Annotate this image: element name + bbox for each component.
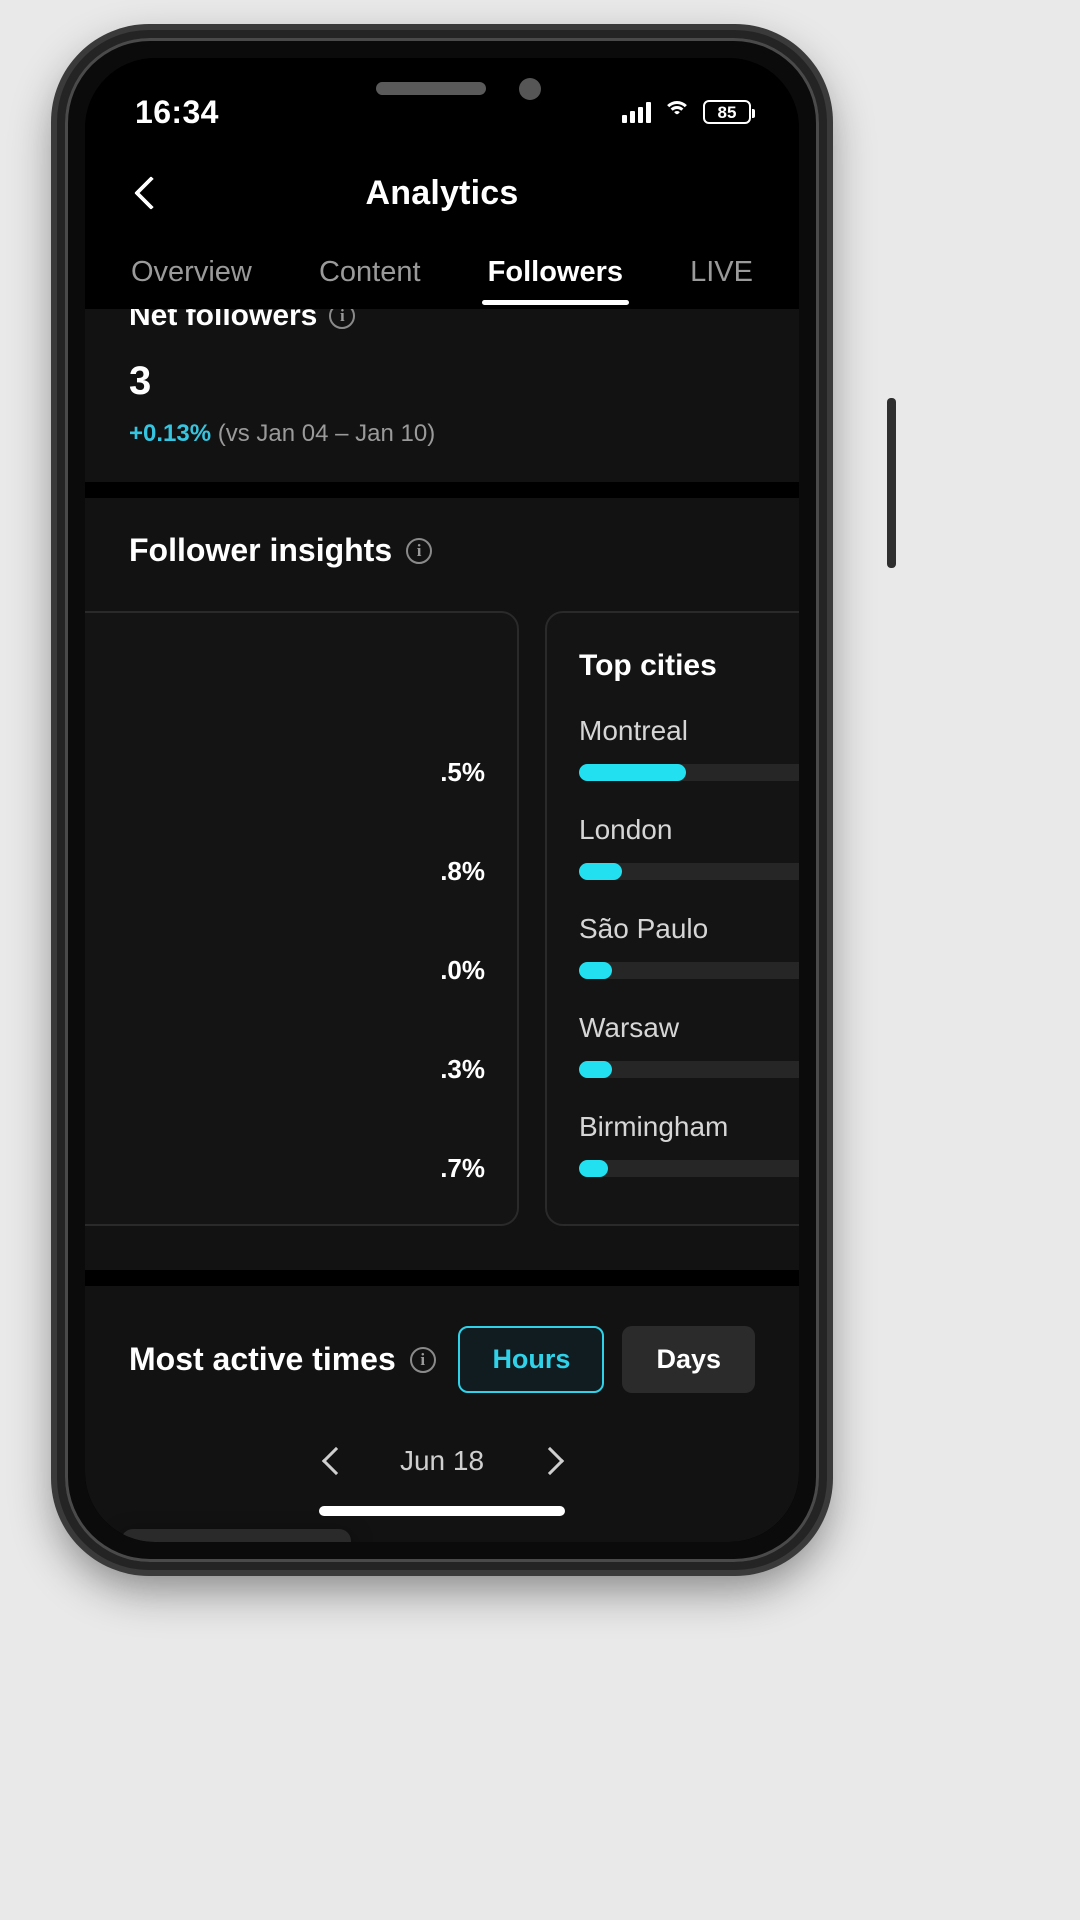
hours-toggle-button[interactable]: Hours <box>458 1326 605 1393</box>
home-indicator[interactable] <box>319 1506 565 1516</box>
table-row: Birmingham 7.7% <box>579 1111 799 1184</box>
city-name: São Paulo <box>579 913 709 944</box>
city-name: London <box>579 814 673 845</box>
follower-insights-section: Follower insights i .5% .8% .0% .3% .7% … <box>85 498 799 1270</box>
row-percent: .3% <box>440 1054 485 1084</box>
section-divider <box>85 482 799 498</box>
city-name: Warsaw <box>579 1012 680 1043</box>
row-bar: .5% <box>85 757 485 788</box>
bar-fill <box>579 764 686 781</box>
navigation-bar: Analytics <box>85 150 799 236</box>
bar-track <box>579 863 799 880</box>
net-followers-value: 3 <box>129 359 152 403</box>
phone-screen: 16:34 85 Analytics Overview Content Foll… <box>85 58 799 1542</box>
most-active-times-header: Most active times i Hours Days <box>129 1326 755 1393</box>
chart-tooltip: 2am 2,656 followers <box>121 1529 351 1542</box>
net-followers-delta-period: (vs Jan 04 – Jan 10) <box>217 420 436 447</box>
tab-live[interactable]: LIVE <box>684 250 759 309</box>
row-bar: .7% <box>85 1153 485 1184</box>
row-bar: .3% <box>85 1054 485 1085</box>
battery-icon: 85 <box>703 100 755 124</box>
bar-fill <box>579 962 612 979</box>
top-cities-title: Top cities <box>579 649 717 682</box>
power-button[interactable] <box>887 398 896 568</box>
row-bar: 8.8% <box>579 1054 799 1085</box>
time-granularity-toggle: Hours Days <box>458 1326 755 1393</box>
info-icon[interactable]: i <box>409 1346 436 1373</box>
scroll-body[interactable]: Net followers i 3 +0.13% (vs Jan 04 – Ja… <box>85 299 799 1542</box>
net-followers-section: Net followers i 3 +0.13% (vs Jan 04 – Ja… <box>85 299 799 482</box>
screenshot-stage: 16:34 85 Analytics Overview Content Foll… <box>0 0 1080 1920</box>
row-bar: .8% <box>85 856 485 887</box>
status-bar-indicators: 85 <box>622 100 755 124</box>
row-bar: 11.5% <box>579 856 799 887</box>
tab-followers[interactable]: Followers <box>481 250 630 309</box>
table-row: Warsaw 8.8% <box>579 1012 799 1085</box>
date-label: Jun 18 <box>399 1445 485 1476</box>
days-toggle-button[interactable]: Days <box>622 1326 755 1393</box>
net-followers-delta-value: +0.13% <box>129 420 212 447</box>
cellular-signal-icon <box>622 101 651 123</box>
page-title: Analytics <box>365 173 519 212</box>
follower-insights-header: Follower insights i <box>85 532 799 569</box>
table-row: São Paulo 8.8% <box>579 913 799 986</box>
table-row: Montreal 28.6% <box>579 715 799 788</box>
tab-content[interactable]: Content <box>313 250 427 309</box>
table-row: .3% <box>85 1012 485 1085</box>
table-row: .7% <box>85 1111 485 1184</box>
phone-device-frame: 16:34 85 Analytics Overview Content Foll… <box>57 30 896 1570</box>
table-row: .0% <box>85 913 485 986</box>
bar-track <box>579 1160 799 1177</box>
row-bar: 28.6% <box>579 757 799 788</box>
wifi-icon <box>663 101 691 123</box>
row-percent: .0% <box>440 955 485 985</box>
most-active-times-title-group: Most active times i <box>129 1341 436 1378</box>
table-row: .8% <box>85 814 485 887</box>
bar-fill <box>579 863 622 880</box>
city-name: Birmingham <box>579 1111 729 1142</box>
table-row: .5% <box>85 715 485 788</box>
row-percent: .8% <box>440 856 485 886</box>
info-icon[interactable]: i <box>406 537 433 564</box>
back-chevron-icon[interactable] <box>129 176 163 210</box>
analytics-app: 16:34 85 Analytics Overview Content Foll… <box>85 58 799 1542</box>
bar-track <box>579 1061 799 1078</box>
row-percent: .5% <box>440 757 485 787</box>
status-bar: 16:34 85 <box>85 58 799 150</box>
chevron-left-icon[interactable] <box>320 1448 346 1474</box>
net-followers-delta: +0.13% (vs Jan 04 – Jan 10) <box>129 420 755 448</box>
row-bar: .0% <box>85 955 485 986</box>
row-bar: 8.8% <box>579 955 799 986</box>
battery-level-label: 85 <box>717 102 737 122</box>
bar-track <box>579 962 799 979</box>
phone-inner-bezel: 16:34 85 Analytics Overview Content Foll… <box>65 38 819 1562</box>
chevron-right-icon[interactable] <box>538 1448 564 1474</box>
table-row: London 11.5% <box>579 814 799 887</box>
bar-fill <box>579 1061 612 1078</box>
tab-overview[interactable]: Overview <box>125 250 258 309</box>
insight-card-previous[interactable]: .5% .8% .0% .3% .7% <box>85 611 519 1226</box>
top-cities-card[interactable]: Top cities Montreal 28.6% <box>545 611 799 1226</box>
bar-fill <box>579 1160 608 1177</box>
most-active-times-title: Most active times <box>129 1341 396 1377</box>
most-active-times-section: Most active times i Hours Days Jun 18 <box>85 1286 799 1542</box>
follower-insights-title: Follower insights <box>129 532 393 568</box>
insight-cards-carousel[interactable]: .5% .8% .0% .3% .7% Top cities Montreal … <box>85 611 799 1226</box>
city-name: Montreal <box>579 715 688 746</box>
section-divider <box>85 1270 799 1286</box>
date-stepper: Jun 18 <box>129 1445 755 1477</box>
row-bar: 7.7% <box>579 1153 799 1184</box>
bar-track <box>579 764 799 781</box>
row-percent: .7% <box>440 1153 485 1183</box>
status-bar-time: 16:34 <box>135 93 219 130</box>
tab-bar: Overview Content Followers LIVE <box>85 236 799 309</box>
